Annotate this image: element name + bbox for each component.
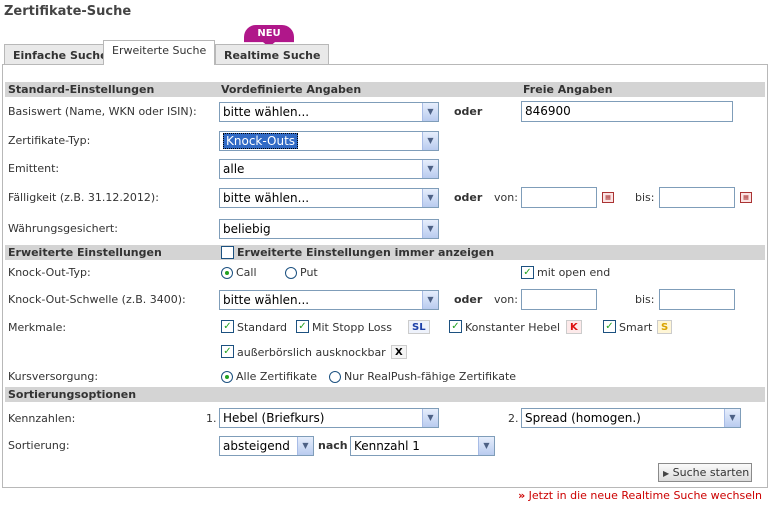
erweitert-checkbox-label: Erweiterte Einstellungen immer anzeigen	[237, 246, 495, 259]
calendar-icon[interactable]: ▦	[602, 192, 614, 203]
standard-checkbox[interactable]: ✓	[221, 320, 234, 333]
schwelle-bis-input[interactable]	[659, 289, 735, 310]
faelligkeit-von-input[interactable]	[521, 187, 597, 208]
header-frei: Freie Angaben	[523, 83, 613, 96]
ausserb-checkbox[interactable]: ✓	[221, 345, 234, 358]
label-num1: 1.	[206, 412, 217, 425]
section-header-sortierung: Sortierungsoptionen	[5, 387, 765, 402]
basiswert-input[interactable]: 846900	[521, 101, 733, 122]
label-oder-basiswert: oder	[454, 105, 483, 118]
stopp-loss-label: Mit Stopp Loss	[312, 321, 392, 334]
chevron-down-icon: ▼	[724, 409, 740, 427]
open-end-checkbox[interactable]: ✓	[521, 266, 534, 279]
label-ko-typ: Knock-Out-Typ:	[8, 266, 91, 279]
header-sortierung: Sortierungsoptionen	[8, 388, 137, 401]
search-panel: Standard-Einstellungen Vordefinierte Ang…	[2, 64, 768, 488]
label-von-faelligkeit: von:	[494, 191, 518, 204]
label-von-schwelle: von:	[494, 293, 518, 306]
chevron-down-icon: ▼	[422, 189, 438, 207]
waehrung-select[interactable]: beliebig ▼	[219, 219, 439, 239]
faelligkeit-select[interactable]: bitte wählen... ▼	[219, 188, 439, 208]
kennzahl1-select[interactable]: Hebel (Briefkurs) ▼	[219, 408, 439, 428]
k-badge-icon: K	[566, 320, 582, 334]
ko-schwelle-select[interactable]: bitte wählen... ▼	[219, 290, 439, 310]
radio-call-label: Call	[236, 266, 257, 279]
play-icon: ▶	[663, 469, 670, 478]
stopp-loss-checkbox[interactable]: ✓	[296, 320, 309, 333]
chevron-down-icon: ▼	[422, 132, 438, 150]
radio-alle-label: Alle Zertifikate	[236, 370, 318, 383]
sl-badge-icon: SL	[408, 320, 430, 334]
section-header-standard: Standard-Einstellungen Vordefinierte Ang…	[5, 82, 765, 97]
calendar-icon[interactable]: ▦	[740, 192, 752, 203]
schwelle-von-input[interactable]	[521, 289, 597, 310]
chevron-down-icon: ▼	[422, 220, 438, 238]
x-badge-icon: X	[391, 345, 407, 359]
label-faelligkeit: Fälligkeit (z.B. 31.12.2012):	[8, 191, 159, 204]
label-sortierung: Sortierung:	[8, 439, 70, 452]
realtime-switch-link[interactable]: » Jetzt in die neue Realtime Suche wechs…	[518, 489, 762, 502]
realtime-switch-label: Jetzt in die neue Realtime Suche wechsel…	[528, 489, 762, 502]
chevron-down-icon: ▼	[297, 437, 313, 455]
suche-starten-label: Suche starten	[672, 466, 750, 479]
erweitert-checkbox[interactable]	[221, 246, 234, 259]
suche-starten-button[interactable]: ▶ Suche starten	[658, 463, 752, 482]
label-bis-faelligkeit: bis:	[635, 191, 655, 204]
label-bis-schwelle: bis:	[635, 293, 655, 306]
s-badge-icon: S	[657, 320, 673, 334]
label-oder-faelligkeit: oder	[454, 191, 483, 204]
standard-label: Standard	[237, 321, 288, 334]
label-emittent: Emittent:	[8, 162, 60, 175]
chevron-down-icon: ▼	[422, 103, 438, 121]
radio-alle[interactable]	[221, 371, 233, 383]
open-end-label: mit open end	[537, 266, 611, 279]
label-oder-schwelle: oder	[454, 293, 483, 306]
kennzahl2-select[interactable]: Spread (homogen.) ▼	[521, 408, 741, 428]
richtung-select[interactable]: absteigend ▼	[219, 436, 314, 456]
faelligkeit-bis-input[interactable]	[659, 187, 735, 208]
label-typ: Zertifikate-Typ:	[8, 134, 91, 147]
tab-realtime-suche[interactable]: Realtime Suche	[215, 44, 330, 64]
label-merkmale: Merkmale:	[8, 321, 67, 334]
nach-select[interactable]: Kennzahl 1 ▼	[350, 436, 495, 456]
zertifikate-typ-select[interactable]: Knock-Outs ▼	[219, 131, 439, 151]
basiswert-select[interactable]: bitte wählen... ▼	[219, 102, 439, 122]
label-kennzahlen: Kennzahlen:	[8, 412, 76, 425]
radio-call[interactable]	[221, 267, 233, 279]
label-basiswert: Basiswert (Name, WKN oder ISIN):	[8, 105, 197, 118]
chevron-down-icon: ▼	[422, 409, 438, 427]
konstant-checkbox[interactable]: ✓	[449, 320, 462, 333]
chevron-down-icon: ▼	[422, 160, 438, 178]
page-title: Zertifikate-Suche	[4, 4, 132, 19]
chevron-down-icon: ▼	[422, 291, 438, 309]
radio-put[interactable]	[285, 267, 297, 279]
ausserb-label: außerbörslich ausknockbar	[237, 346, 386, 359]
radio-put-label: Put	[300, 266, 318, 279]
label-nach: nach	[318, 439, 348, 452]
smart-label: Smart	[619, 321, 653, 334]
header-vordefiniert: Vordefinierte Angaben	[221, 83, 362, 96]
chevron-down-icon: ▼	[478, 437, 494, 455]
label-num2: 2.	[508, 412, 519, 425]
radio-realpush-label: Nur RealPush-fähige Zertifikate	[344, 370, 517, 383]
double-chevron-right-icon: »	[518, 489, 526, 502]
label-ko-schwelle: Knock-Out-Schwelle (z.B. 3400):	[8, 293, 186, 306]
header-erweitert: Erweiterte Einstellungen	[8, 246, 162, 259]
label-kursversorgung: Kursversorgung:	[8, 370, 99, 383]
smart-checkbox[interactable]: ✓	[603, 320, 616, 333]
tab-einfache-suche[interactable]: Einfache Suche	[4, 44, 117, 64]
konstant-label: Konstanter Hebel	[465, 321, 561, 334]
emittent-select[interactable]: alle ▼	[219, 159, 439, 179]
radio-realpush[interactable]	[329, 371, 341, 383]
header-standard: Standard-Einstellungen	[8, 83, 155, 96]
tab-erweiterte-suche[interactable]: Erweiterte Suche	[103, 40, 216, 65]
label-waehrung: Währungsgesichert:	[8, 222, 118, 235]
